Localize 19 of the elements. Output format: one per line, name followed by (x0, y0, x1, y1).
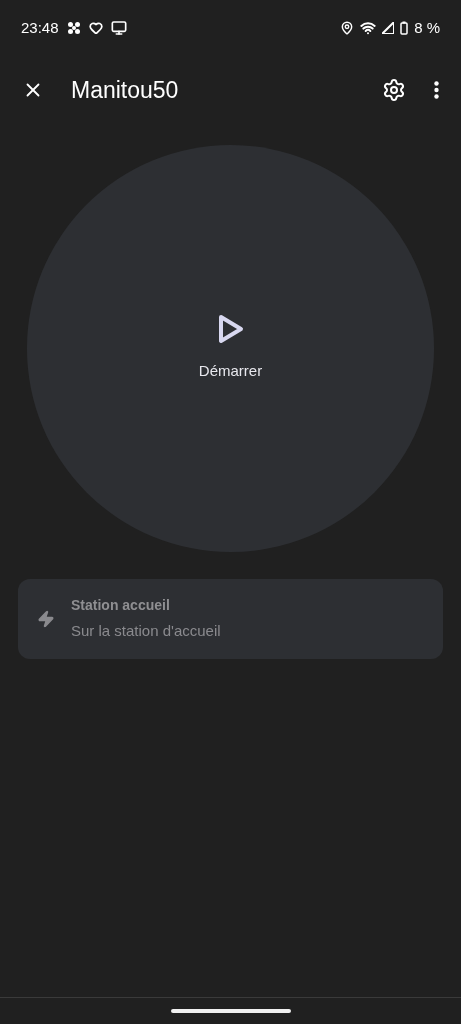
lightning-icon (37, 610, 55, 628)
more-button[interactable] (434, 81, 439, 99)
settings-icon (382, 78, 406, 102)
card-subtitle: Sur la station d'accueil (71, 621, 221, 642)
card-title: Station accueil (71, 596, 171, 616)
settings-button[interactable] (382, 78, 406, 102)
signal-icon (382, 22, 395, 34)
more-icon (434, 81, 439, 99)
battery-icon (400, 21, 409, 35)
battery-level: 8 % (414, 17, 440, 38)
heart-icon (88, 21, 103, 35)
location-icon (340, 21, 355, 35)
wifi-icon (360, 20, 377, 36)
monitor-icon (110, 20, 127, 36)
play-icon (217, 314, 244, 345)
status-time: 23:48 (21, 17, 59, 38)
start-button[interactable]: Démarrer (27, 145, 434, 552)
app-title: Manitou50 (71, 75, 180, 105)
fan-icon (66, 21, 81, 35)
